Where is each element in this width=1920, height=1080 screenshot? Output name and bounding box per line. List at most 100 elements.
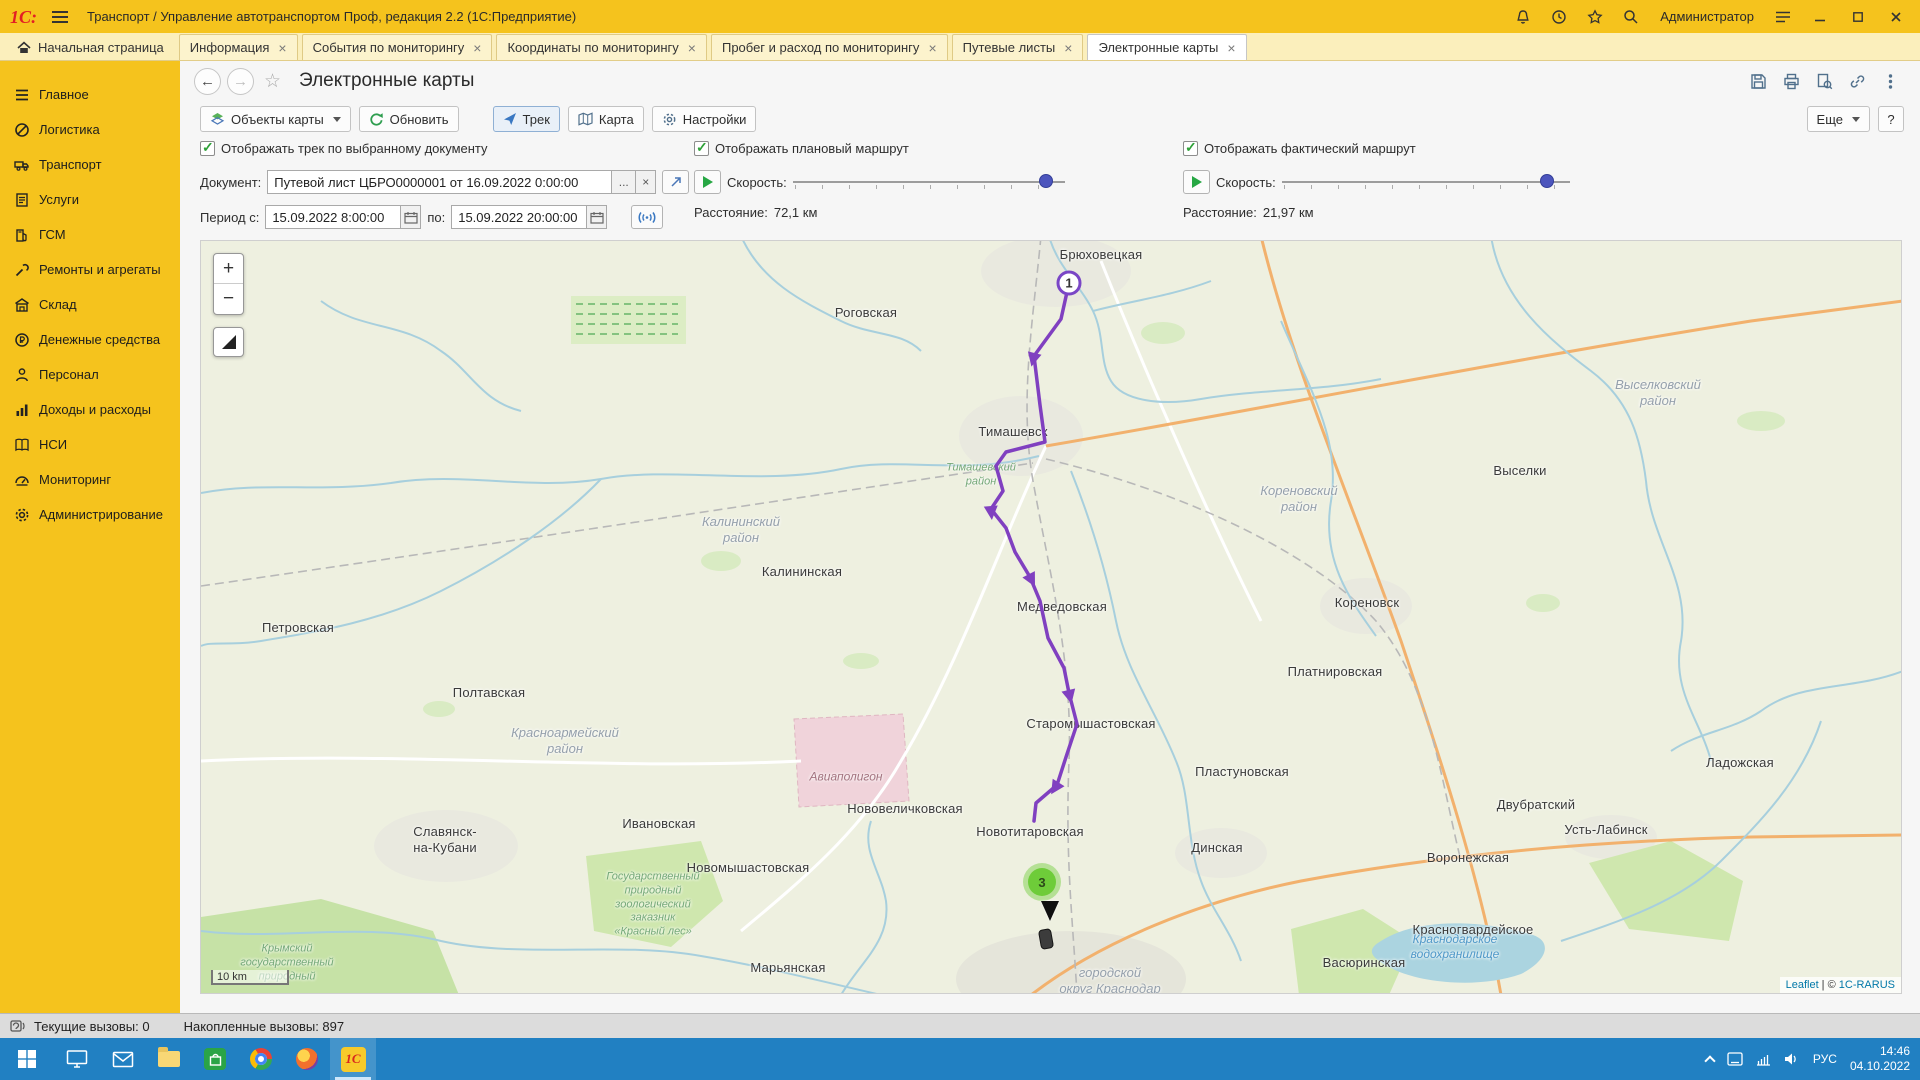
main-menu-icon[interactable]	[47, 4, 73, 30]
play-actual-button[interactable]	[1183, 170, 1210, 194]
tray-tablet-icon[interactable]	[1727, 1052, 1743, 1066]
sidebar-item-personnel[interactable]: Персонал	[0, 357, 180, 392]
envelope-icon	[112, 1051, 134, 1068]
more-button[interactable]: Еще	[1807, 106, 1870, 132]
taskbar-app-1c[interactable]: 1С	[330, 1038, 376, 1080]
preview-icon[interactable]	[1811, 68, 1838, 94]
play-planned-button[interactable]	[694, 170, 721, 194]
sidebar-item-transport[interactable]: Транспорт	[0, 147, 180, 182]
home-icon	[17, 41, 31, 54]
period-from-calendar-button[interactable]	[401, 205, 421, 229]
tray-speaker-icon[interactable]	[1784, 1052, 1800, 1066]
print-icon[interactable]	[1778, 68, 1805, 94]
clock[interactable]: 14:46 04.10.2022	[1850, 1044, 1910, 1074]
tab-informatsiya[interactable]: Информация×	[179, 34, 298, 60]
sidebar-item-warehouse[interactable]: Склад	[0, 287, 180, 322]
map-button[interactable]: Карта	[568, 106, 644, 132]
slider-handle[interactable]	[1039, 174, 1053, 188]
sidebar-item-main[interactable]: Главное	[0, 77, 180, 112]
link-icon[interactable]	[1844, 68, 1871, 94]
map-objects-button[interactable]: Объекты карты	[200, 106, 351, 132]
document-select-button[interactable]: ...	[612, 170, 636, 194]
taskbar-app-store[interactable]	[192, 1038, 238, 1080]
tab-close-icon[interactable]: ×	[1064, 41, 1072, 55]
tab-close-icon[interactable]: ×	[473, 41, 481, 55]
tab-close-icon[interactable]: ×	[1227, 41, 1235, 55]
map-marker-3[interactable]: 3	[1028, 868, 1056, 896]
zoom-in-button[interactable]: +	[214, 254, 243, 284]
refresh-button[interactable]: Обновить	[359, 106, 459, 132]
taskbar-app-explorer[interactable]	[146, 1038, 192, 1080]
notifications-bell-icon[interactable]	[1510, 4, 1536, 30]
zoom-out-button[interactable]: −	[214, 284, 243, 314]
map-canvas[interactable]: БрюховецкаяРоговскаяТимашевскВыселкиКали…	[200, 240, 1902, 994]
search-icon[interactable]	[1618, 4, 1644, 30]
start-button[interactable]	[0, 1038, 54, 1080]
statusbar: Текущие вызовы: 0 Накопленные вызовы: 89…	[0, 1013, 1920, 1038]
sidebar-item-monitoring[interactable]: Мониторинг	[0, 462, 180, 497]
tab-close-icon[interactable]: ×	[278, 41, 286, 55]
tab-close-icon[interactable]: ×	[688, 41, 696, 55]
sidebar-item-logistics[interactable]: Логистика	[0, 112, 180, 147]
sidebar-item-services[interactable]: Услуги	[0, 182, 180, 217]
track-button[interactable]: Трек	[493, 106, 560, 132]
map-marker-vehicle[interactable]	[1041, 901, 1059, 921]
taskbar-app-mail[interactable]	[100, 1038, 146, 1080]
favorites-star-icon[interactable]	[1582, 4, 1608, 30]
minimize-button[interactable]	[1806, 4, 1834, 30]
document-input[interactable]: Путевой лист ЦБРО0000001 от 16.09.2022 0…	[267, 170, 612, 194]
show-actual-route-checkbox[interactable]	[1183, 141, 1198, 156]
measure-tool-button[interactable]	[213, 327, 244, 357]
tab-close-icon[interactable]: ×	[928, 41, 936, 55]
show-planned-route-checkbox[interactable]	[694, 141, 709, 156]
tab-koordinaty-po-monitoringu[interactable]: Координаты по мониторингу×	[496, 34, 706, 60]
language-indicator[interactable]: РУС	[1813, 1052, 1837, 1066]
monitor-icon	[66, 1049, 88, 1069]
slider-handle[interactable]	[1540, 174, 1554, 188]
vendor-link[interactable]: 1C-RARUS	[1839, 979, 1895, 991]
sidebar-item-money[interactable]: Денежные средства	[0, 322, 180, 357]
taskbar: 1С РУС 14:46 04.10.2022	[0, 1038, 1920, 1080]
taskbar-app-chrome[interactable]	[238, 1038, 284, 1080]
close-button[interactable]	[1882, 4, 1910, 30]
maximize-button[interactable]	[1844, 4, 1872, 30]
tab-sobytiya-po-monitoringu[interactable]: События по мониторингу×	[302, 34, 493, 60]
button-label: Еще	[1817, 112, 1843, 127]
actual-speed-slider[interactable]	[1282, 170, 1570, 194]
service-menu-icon[interactable]	[1770, 4, 1796, 30]
tab-elektronnye-karty[interactable]: Электронные карты×	[1087, 34, 1246, 60]
tab-home[interactable]: Начальная страница	[6, 34, 175, 60]
save-icon[interactable]	[1745, 68, 1772, 94]
more-kebab-icon[interactable]	[1877, 68, 1904, 94]
help-button[interactable]: ?	[1878, 106, 1904, 132]
settings-button[interactable]: Настройки	[652, 106, 757, 132]
history-clock-icon[interactable]	[1546, 4, 1572, 30]
telemetry-signal-button[interactable]	[631, 205, 663, 229]
forward-button[interactable]: →	[227, 68, 254, 95]
tab-probeg-i-raskhod[interactable]: Пробег и расход по мониторингу×	[711, 34, 948, 60]
open-document-button[interactable]	[662, 170, 689, 194]
sidebar-item-nsi[interactable]: НСИ	[0, 427, 180, 462]
taskbar-app-system[interactable]	[54, 1038, 100, 1080]
tray-network-icon[interactable]	[1756, 1052, 1771, 1066]
button-label: Трек	[523, 112, 550, 127]
sidebar-item-administration[interactable]: Администрирование	[0, 497, 180, 532]
period-to-input[interactable]: 15.09.2022 20:00:00	[451, 205, 587, 229]
favorite-star-icon[interactable]: ☆	[264, 70, 281, 93]
period-to-calendar-button[interactable]	[587, 205, 607, 229]
sidebar-item-repairs[interactable]: Ремонты и агрегаты	[0, 252, 180, 287]
current-user[interactable]: Администратор	[1660, 9, 1754, 24]
planned-speed-slider[interactable]	[793, 170, 1065, 194]
period-from-input[interactable]: 15.09.2022 8:00:00	[265, 205, 401, 229]
leaflet-link[interactable]: Leaflet	[1786, 979, 1819, 991]
back-button[interactable]: ←	[194, 68, 221, 95]
sidebar-item-income-expenses[interactable]: Доходы и расходы	[0, 392, 180, 427]
sidebar-item-fuel[interactable]: ГСМ	[0, 217, 180, 252]
map-marker-1[interactable]: 1	[1057, 271, 1082, 296]
show-track-checkbox[interactable]	[200, 141, 215, 156]
fuel-icon	[14, 227, 30, 243]
tab-putevye-listy[interactable]: Путевые листы×	[952, 34, 1084, 60]
tray-chevron-up-icon[interactable]	[1704, 1055, 1715, 1066]
document-clear-button[interactable]: ×	[636, 170, 656, 194]
taskbar-app-media[interactable]	[284, 1038, 330, 1080]
